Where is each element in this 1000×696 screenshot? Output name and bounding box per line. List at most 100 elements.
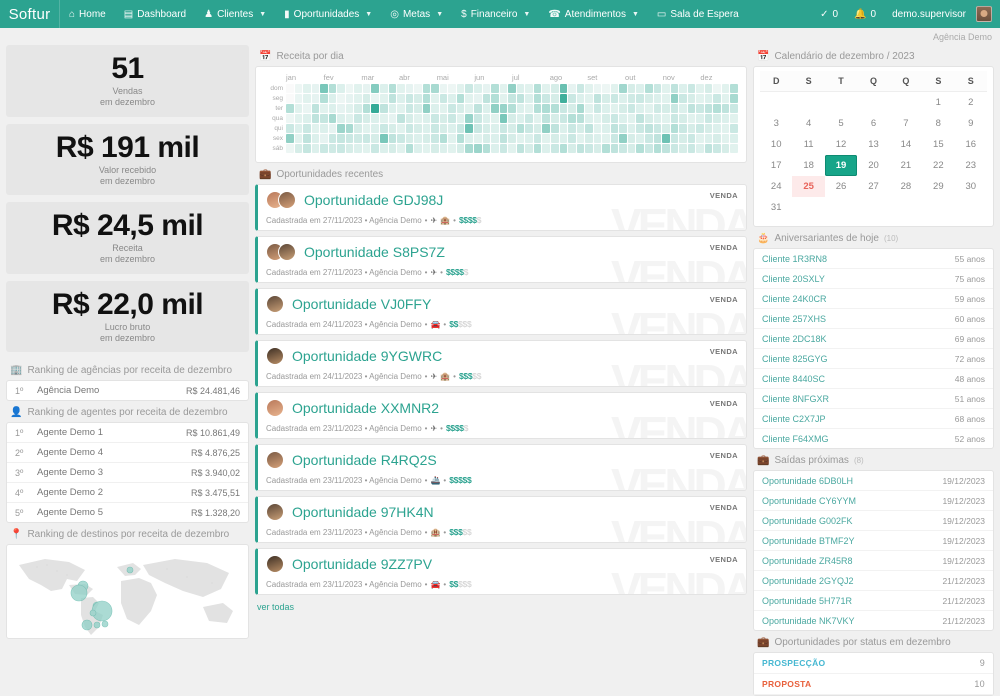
list-item-name[interactable]: Cliente 20SXLY — [762, 274, 955, 284]
list-item-name[interactable]: Cliente 2DC18K — [762, 334, 955, 344]
calendar-day-16[interactable]: 16 — [955, 134, 987, 155]
heatmap-cell[interactable] — [636, 124, 644, 133]
user-menu[interactable]: demo.supervisor — [884, 0, 1000, 28]
heatmap-cell[interactable] — [585, 94, 593, 103]
heatmap-cell[interactable] — [705, 94, 713, 103]
heatmap-cell[interactable] — [611, 94, 619, 103]
heatmap-cell[interactable] — [722, 134, 730, 143]
heatmap-cell[interactable] — [389, 144, 397, 153]
heatmap-cell[interactable] — [705, 134, 713, 143]
opportunity-name[interactable]: Oportunidade S8PS7Z — [304, 244, 445, 260]
opportunity-name[interactable]: Oportunidade 9ZZ7PV — [292, 556, 432, 572]
heatmap-cell[interactable] — [406, 84, 414, 93]
calendar-day-21[interactable]: 21 — [890, 155, 922, 176]
heatmap-cell[interactable] — [619, 134, 627, 143]
heatmap-cell[interactable] — [551, 94, 559, 103]
heatmap-cell[interactable] — [654, 94, 662, 103]
list-item-name[interactable]: Cliente F64XMG — [762, 434, 955, 444]
heatmap-cell[interactable] — [662, 94, 670, 103]
heatmap-cell[interactable] — [465, 134, 473, 143]
heatmap-cell[interactable] — [542, 94, 550, 103]
heatmap-cell[interactable] — [312, 134, 320, 143]
calendar-day-27[interactable]: 27 — [857, 176, 889, 197]
heatmap-cell[interactable] — [346, 134, 354, 143]
heatmap-cell[interactable] — [730, 114, 738, 123]
heatmap-cell[interactable] — [551, 134, 559, 143]
heatmap-cell[interactable] — [662, 134, 670, 143]
heatmap-cell[interactable] — [585, 104, 593, 113]
heatmap-cell[interactable] — [585, 84, 593, 93]
nav-item-financeiro[interactable]: $Financeiro▼ — [452, 0, 539, 28]
heatmap-cell[interactable] — [534, 94, 542, 103]
heatmap-cell[interactable] — [654, 144, 662, 153]
heatmap-cell[interactable] — [354, 94, 362, 103]
heatmap-cell[interactable] — [517, 84, 525, 93]
list-item-name[interactable]: Oportunidade G002FK — [762, 516, 942, 526]
heatmap-cell[interactable] — [431, 84, 439, 93]
heatmap-cell[interactable] — [713, 144, 721, 153]
heatmap-cell[interactable] — [440, 114, 448, 123]
heatmap-cell[interactable] — [457, 124, 465, 133]
heatmap-cell[interactable] — [662, 124, 670, 133]
heatmap-cell[interactable] — [320, 94, 328, 103]
calendar-day-11[interactable]: 11 — [792, 134, 824, 155]
heatmap-cell[interactable] — [636, 94, 644, 103]
heatmap-cell[interactable] — [568, 124, 576, 133]
heatmap-cell[interactable] — [500, 134, 508, 143]
heatmap-cell[interactable] — [474, 94, 482, 103]
heatmap-cell[interactable] — [577, 134, 585, 143]
heatmap-cell[interactable] — [611, 124, 619, 133]
calendar-day-23[interactable]: 23 — [955, 155, 987, 176]
heatmap-cell[interactable] — [371, 124, 379, 133]
heatmap-cell[interactable] — [371, 134, 379, 143]
heatmap-cell[interactable] — [380, 94, 388, 103]
heatmap-cell[interactable] — [371, 84, 379, 93]
heatmap-cell[interactable] — [594, 94, 602, 103]
heatmap-cell[interactable] — [483, 104, 491, 113]
heatmap-cell[interactable] — [329, 144, 337, 153]
heatmap-cell[interactable] — [414, 144, 422, 153]
nav-item-clientes[interactable]: ♟Clientes▼ — [195, 0, 275, 28]
heatmap-cell[interactable] — [696, 134, 704, 143]
heatmap-cell[interactable] — [414, 84, 422, 93]
heatmap-cell[interactable] — [320, 114, 328, 123]
heatmap-cell[interactable] — [508, 94, 516, 103]
heatmap-cell[interactable] — [611, 104, 619, 113]
heatmap-cell[interactable] — [389, 94, 397, 103]
heatmap-cell[interactable] — [654, 84, 662, 93]
heatmap-cell[interactable] — [423, 104, 431, 113]
heatmap-cell[interactable] — [448, 104, 456, 113]
heatmap-cell[interactable] — [363, 134, 371, 143]
heatmap-cell[interactable] — [542, 114, 550, 123]
list-item-name[interactable]: Oportunidade 2GYQJ2 — [762, 576, 942, 586]
heatmap-cell[interactable] — [636, 144, 644, 153]
heatmap-cell[interactable] — [525, 114, 533, 123]
departure-row[interactable]: Oportunidade BTMF2Y19/12/2023 — [754, 531, 993, 551]
heatmap-cell[interactable] — [286, 94, 294, 103]
heatmap-cell[interactable] — [525, 134, 533, 143]
heatmap-cell[interactable] — [611, 114, 619, 123]
heatmap-cell[interactable] — [337, 144, 345, 153]
calendar-day-14[interactable]: 14 — [890, 134, 922, 155]
ranking-row[interactable]: 2ºAgente Demo 4R$ 4.876,25 — [7, 443, 248, 463]
heatmap-cell[interactable] — [491, 104, 499, 113]
birthday-row[interactable]: Cliente 257XHS60 anos — [754, 309, 993, 329]
heatmap-cell[interactable] — [354, 114, 362, 123]
month-calendar[interactable]: DSTQQSS 12345678910111213141516171819202… — [753, 66, 994, 227]
calendar-day-15[interactable]: 15 — [922, 134, 954, 155]
heatmap-cell[interactable] — [423, 114, 431, 123]
opportunity-card[interactable]: VENDAOportunidade R4RQ2SVENDACadastrada … — [255, 444, 747, 491]
heatmap-cell[interactable] — [534, 104, 542, 113]
heatmap-cell[interactable] — [423, 84, 431, 93]
heatmap-cell[interactable] — [619, 114, 627, 123]
heatmap-cell[interactable] — [577, 144, 585, 153]
heatmap-cell[interactable] — [517, 144, 525, 153]
heatmap-cell[interactable] — [713, 94, 721, 103]
ranking-row[interactable]: 3ºAgente Demo 3R$ 3.940,02 — [7, 463, 248, 483]
heatmap-cell[interactable] — [431, 94, 439, 103]
heatmap-cell[interactable] — [713, 124, 721, 133]
heatmap-cell[interactable] — [320, 124, 328, 133]
heatmap-cell[interactable] — [628, 84, 636, 93]
departure-row[interactable]: Oportunidade G002FK19/12/2023 — [754, 511, 993, 531]
heatmap-cell[interactable] — [286, 84, 294, 93]
